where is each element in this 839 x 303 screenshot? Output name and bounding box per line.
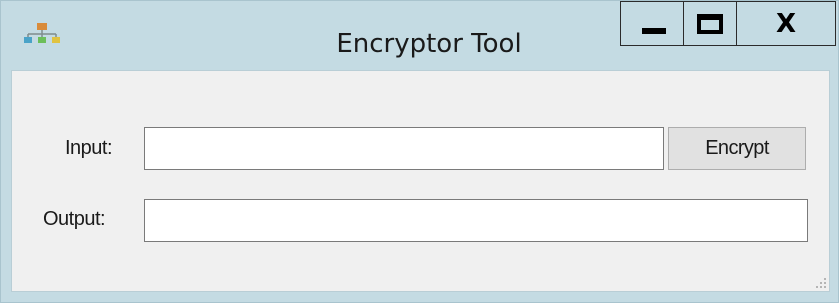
window-title: Encryptor Tool: [336, 29, 522, 59]
output-field[interactable]: [144, 199, 808, 242]
input-field[interactable]: [144, 127, 664, 170]
network-hierarchy-icon: [24, 23, 60, 43]
maximize-button[interactable]: [683, 1, 736, 46]
form-client-area: Input: Encrypt Output:: [11, 70, 830, 292]
caption-buttons: X: [620, 1, 836, 48]
input-label: Input:: [65, 137, 113, 159]
maximize-icon: [697, 14, 723, 34]
minimize-icon: [642, 28, 666, 34]
encryptor-window: Encryptor Tool X Input: Encrypt Output:: [0, 0, 839, 303]
output-label: Output:: [43, 208, 106, 230]
title-bar[interactable]: Encryptor Tool X: [1, 1, 838, 69]
encrypt-button[interactable]: Encrypt: [668, 127, 806, 170]
minimize-button[interactable]: [620, 1, 683, 46]
resize-grip-icon[interactable]: [814, 276, 826, 288]
close-button[interactable]: X: [736, 1, 836, 46]
close-icon: X: [775, 9, 797, 39]
